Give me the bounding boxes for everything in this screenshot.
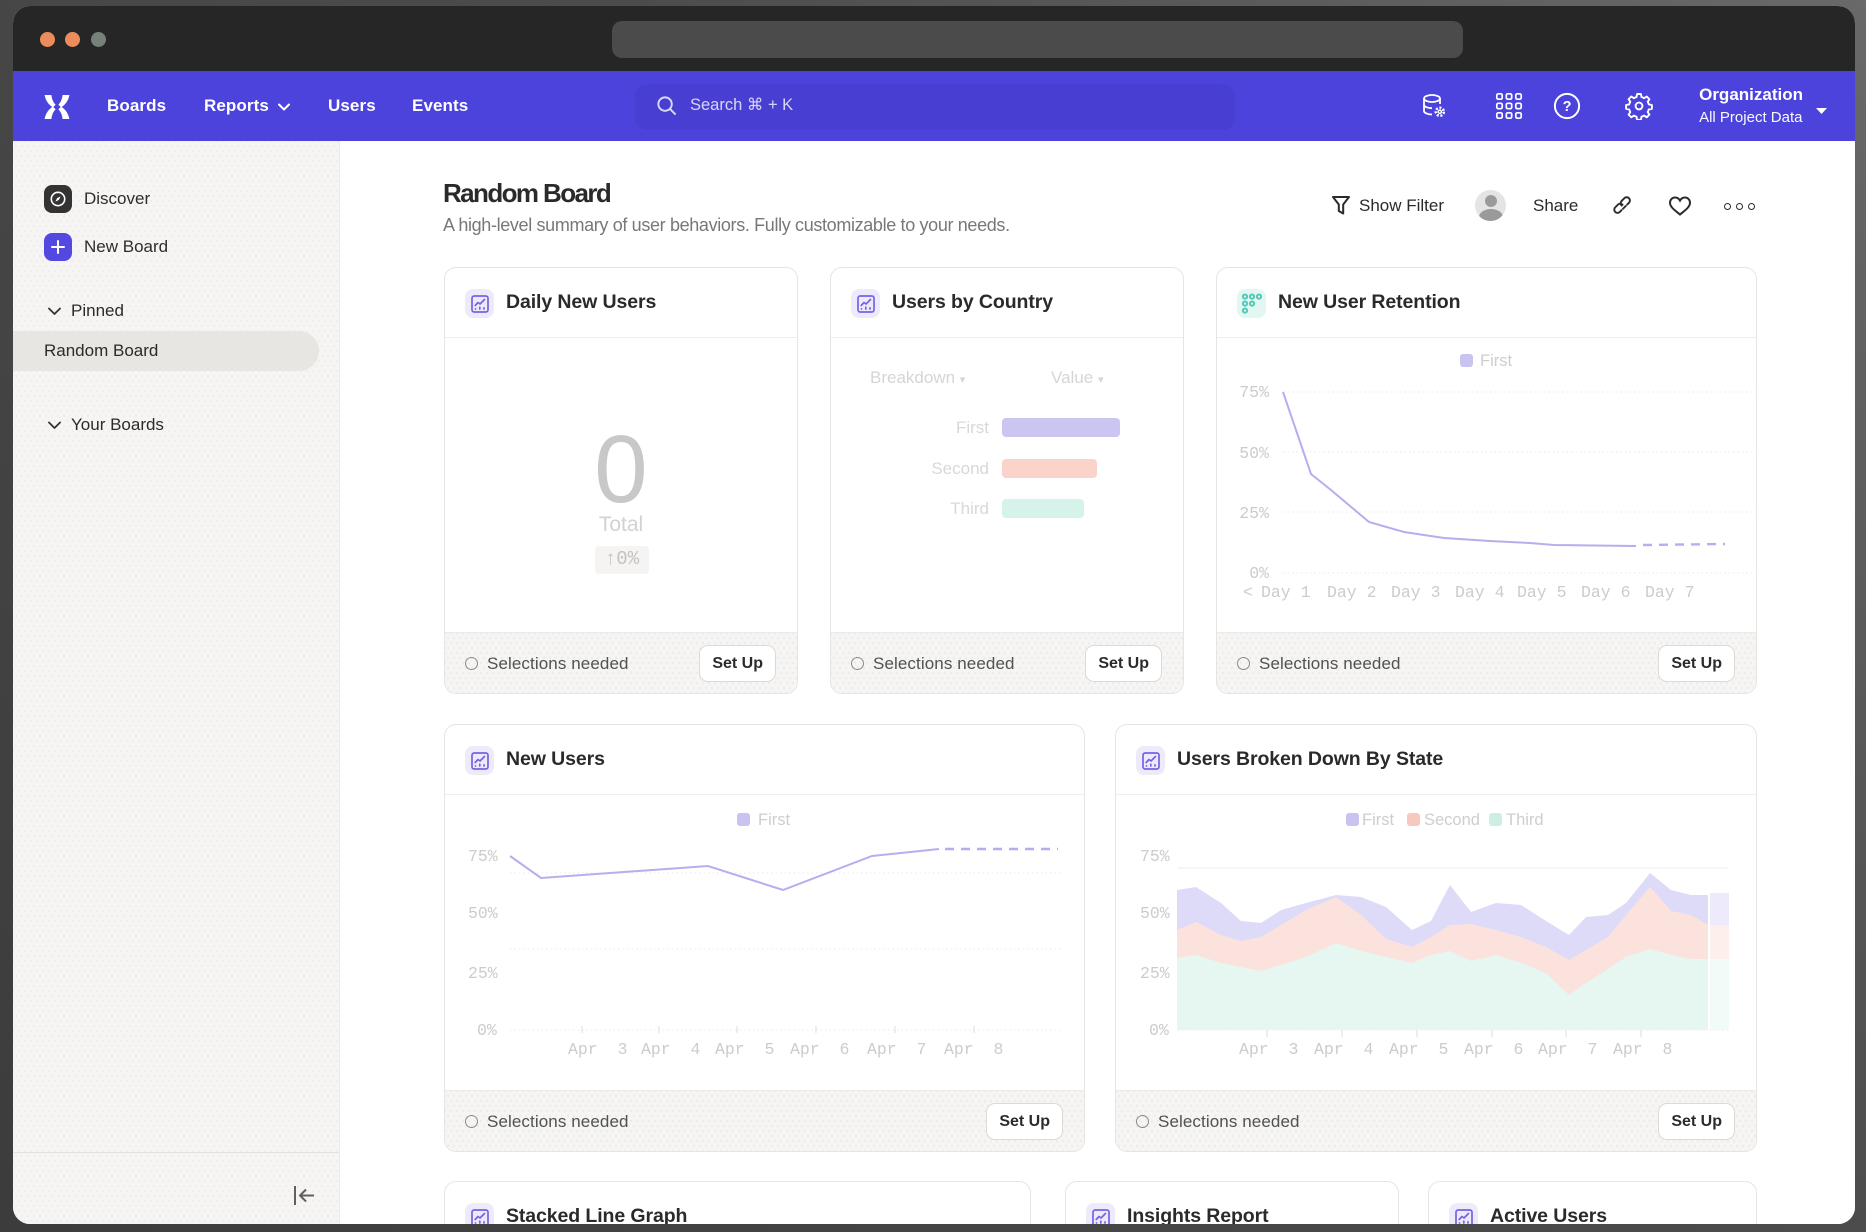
svg-text:?: ? bbox=[1563, 99, 1572, 115]
